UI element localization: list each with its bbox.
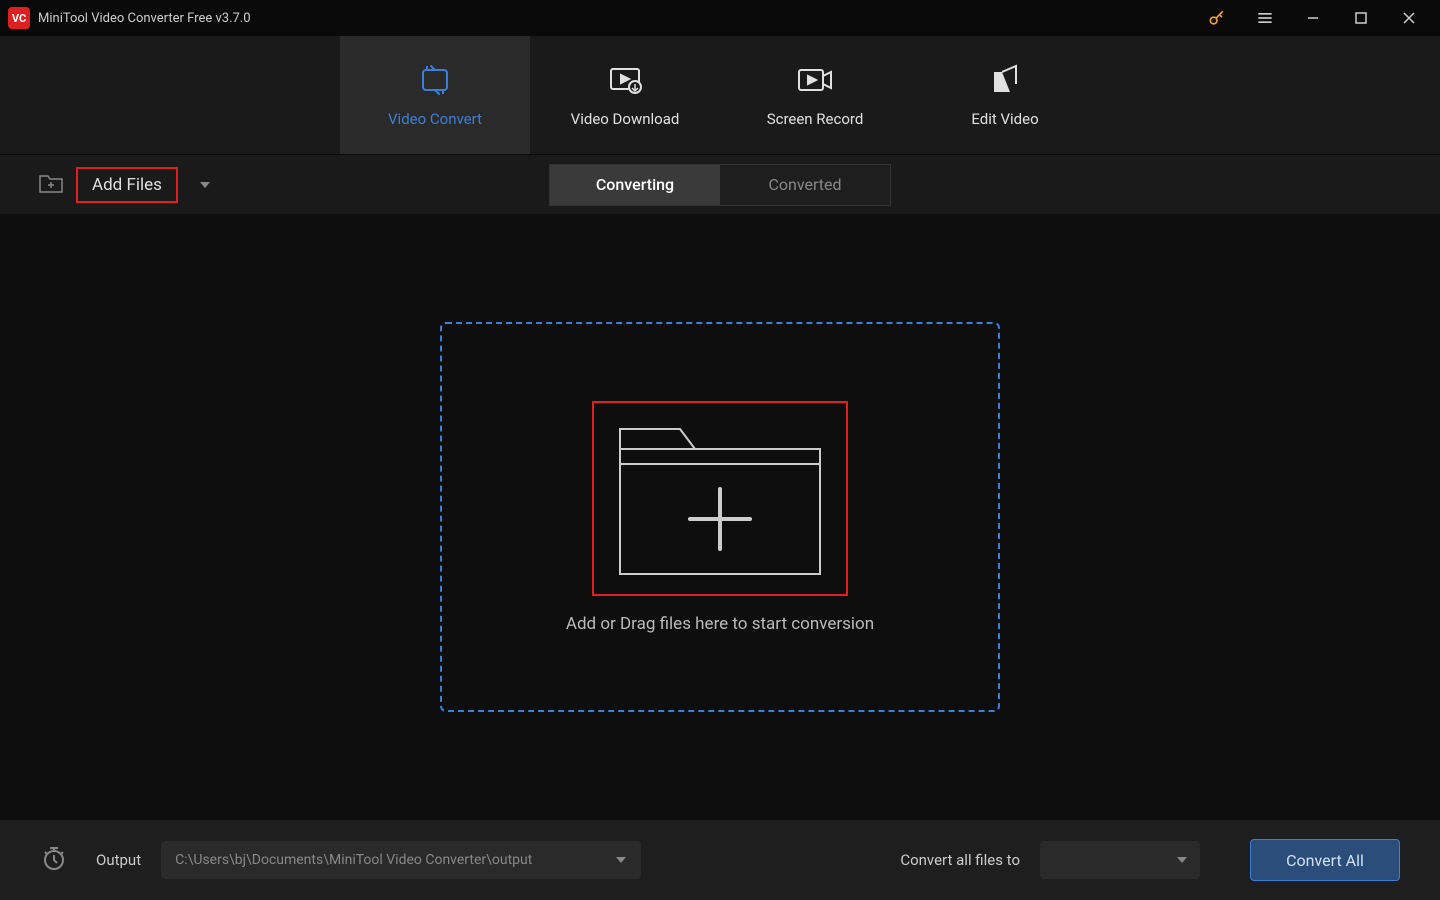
folder-plus-icon <box>610 409 830 584</box>
nav-label: Screen Record <box>767 110 864 128</box>
convert-format-select[interactable] <box>1040 841 1200 879</box>
add-files-group: Add Files <box>38 167 212 203</box>
dropzone-add-button[interactable] <box>592 401 848 596</box>
nav-video-download[interactable]: Video Download <box>530 36 720 154</box>
add-folder-icon[interactable] <box>38 172 64 198</box>
titlebar: VC MiniTool Video Converter Free v3.7.0 <box>0 0 1440 36</box>
dropzone-text: Add or Drag files here to start conversi… <box>566 614 874 634</box>
edit-icon <box>990 62 1020 98</box>
nav-label: Video Convert <box>388 110 482 128</box>
clock-icon[interactable] <box>40 844 68 876</box>
content-area: Add or Drag files here to start conversi… <box>0 214 1440 820</box>
app-window: VC MiniTool Video Converter Free v3.7.0 <box>0 0 1440 900</box>
maximize-icon[interactable] <box>1346 3 1376 33</box>
add-files-button[interactable]: Add Files <box>76 167 178 203</box>
nav-video-convert[interactable]: Video Convert <box>340 36 530 154</box>
minimize-icon[interactable] <box>1298 3 1328 33</box>
convert-all-label: Convert all files to <box>900 851 1020 869</box>
chevron-down-icon <box>615 856 627 864</box>
chevron-down-icon <box>1176 856 1188 864</box>
output-path-text: C:\Users\bj\Documents\MiniTool Video Con… <box>175 852 532 868</box>
nav-screen-record[interactable]: Screen Record <box>720 36 910 154</box>
menu-icon[interactable] <box>1250 3 1280 33</box>
titlebar-controls <box>1202 3 1432 33</box>
main-nav: Video Convert Video Download Screen Reco… <box>0 36 1440 154</box>
window-title: MiniTool Video Converter Free v3.7.0 <box>38 11 1202 26</box>
nav-edit-video[interactable]: Edit Video <box>910 36 1100 154</box>
tab-converted[interactable]: Converted <box>720 165 890 205</box>
convert-all-button[interactable]: Convert All <box>1250 839 1400 881</box>
output-label: Output <box>96 851 141 869</box>
add-files-dropdown-icon[interactable] <box>198 175 212 194</box>
tab-converting[interactable]: Converting <box>550 165 720 205</box>
toolbar: Add Files Converting Converted <box>0 154 1440 214</box>
app-logo-text: VC <box>12 12 26 25</box>
record-icon <box>795 62 835 98</box>
nav-label: Edit Video <box>971 110 1038 128</box>
footer: Output C:\Users\bj\Documents\MiniTool Vi… <box>0 820 1440 900</box>
app-logo: VC <box>8 7 30 29</box>
key-icon[interactable] <box>1202 3 1232 33</box>
close-icon[interactable] <box>1394 3 1424 33</box>
download-icon <box>607 62 643 98</box>
output-path-select[interactable]: C:\Users\bj\Documents\MiniTool Video Con… <box>161 841 641 879</box>
convert-icon <box>417 62 453 98</box>
dropzone[interactable]: Add or Drag files here to start conversi… <box>440 322 1000 712</box>
nav-label: Video Download <box>571 110 680 128</box>
conversion-tabs: Converting Converted <box>549 164 891 206</box>
